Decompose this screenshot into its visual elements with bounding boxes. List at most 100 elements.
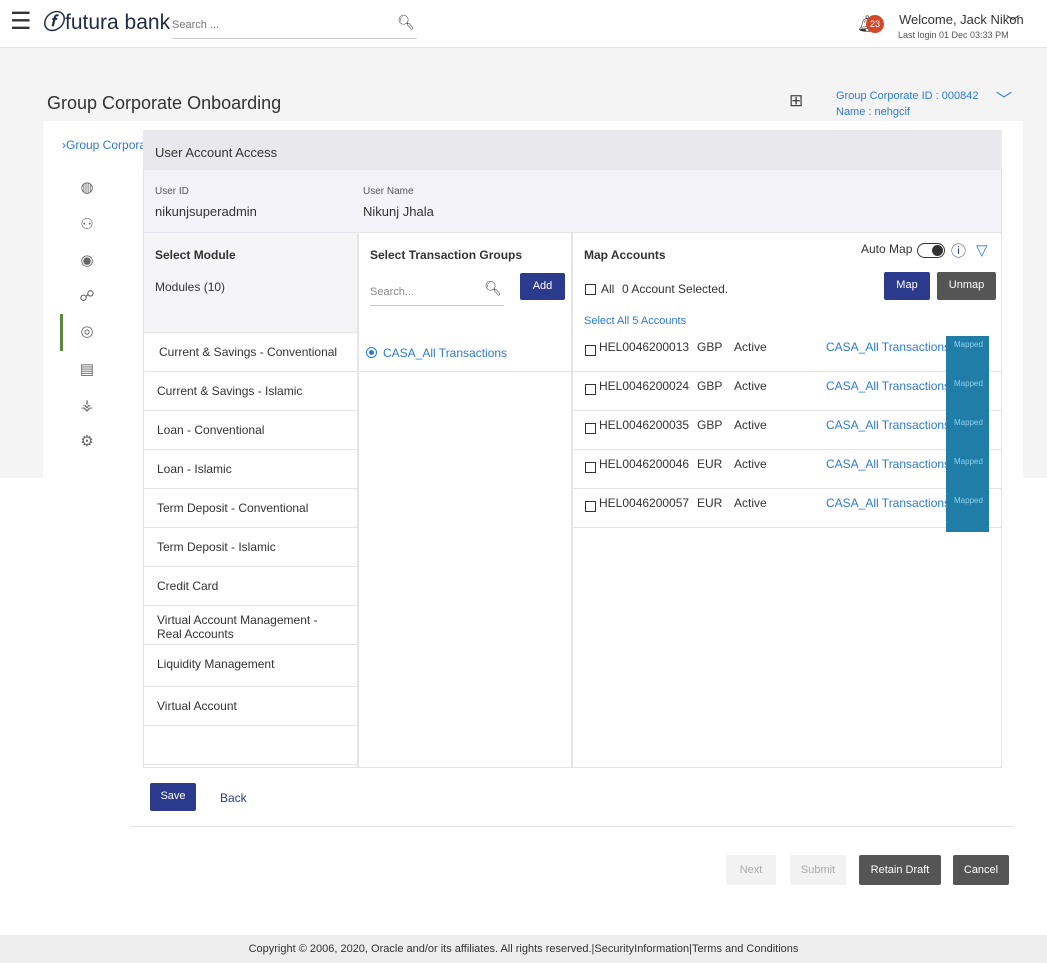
global-search[interactable]: 🔍︎ (172, 14, 417, 39)
auto-map-label: Auto Map (861, 242, 913, 256)
touch-icon[interactable]: ◎ (62, 322, 112, 340)
module-item[interactable]: Loan - Conventional (144, 411, 357, 450)
auto-map-toggle[interactable] (917, 243, 945, 258)
account-selected-count: 0 Account Selected. (622, 282, 729, 296)
back-link[interactable]: Back (220, 791, 247, 805)
mapped-tag: Mapped (946, 492, 989, 532)
logo-text: futura bank (65, 11, 171, 34)
group-corporate-id: Group Corporate ID : 000842 (836, 90, 979, 102)
account-transaction-group-link[interactable]: CASA_All Transactions (826, 418, 950, 432)
module-item[interactable]: Liquidity Management (144, 645, 357, 687)
module-item[interactable]: Credit Card (144, 567, 357, 606)
page-title: Group Corporate Onboarding (47, 93, 282, 113)
account-currency: GBP (697, 379, 723, 393)
map-button[interactable]: Map (884, 272, 930, 300)
account-currency: GBP (697, 340, 723, 354)
account-currency: EUR (697, 496, 723, 510)
badge-icon[interactable]: ◉ (62, 251, 112, 269)
module-item[interactable]: Loan - Islamic (144, 450, 357, 489)
select-transaction-groups-heading: Select Transaction Groups (370, 248, 523, 262)
group-icon[interactable]: ☍ (62, 287, 112, 305)
select-all-checkbox[interactable] (585, 284, 596, 295)
next-button[interactable]: Next (726, 855, 776, 885)
mapped-tag: Mapped (946, 375, 989, 415)
mapped-tag: Mapped (946, 414, 989, 454)
all-label: All (601, 282, 615, 296)
hamburger-icon[interactable]: ☰ (10, 10, 32, 34)
module-item[interactable]: Virtual Account (144, 687, 357, 726)
user-info-panel (143, 170, 1002, 232)
account-status: Active (734, 340, 767, 354)
bank-logo[interactable]: ⓕfutura bank (42, 12, 170, 34)
info-icon[interactable]: ⓘ (951, 240, 966, 261)
account-status: Active (734, 496, 767, 510)
user-name-value: Nikunj Jhala (363, 204, 434, 219)
network-icon[interactable]: ⚶ (62, 396, 112, 414)
filter-icon[interactable]: ▽ (976, 241, 988, 259)
account-number: HEL0046200046 (599, 457, 690, 471)
notification-badge[interactable]: 23 (866, 15, 884, 33)
retain-draft-button[interactable]: Retain Draft (859, 855, 941, 885)
transaction-group-label[interactable]: CASA_All Transactions (383, 346, 507, 360)
module-item[interactable]: Term Deposit - Conventional (144, 489, 357, 528)
user-name-label: User Name (363, 186, 414, 197)
account-checkbox[interactable] (585, 462, 596, 473)
map-accounts-heading: Map Accounts (584, 248, 666, 262)
chevron-down-icon[interactable]: ﹀ (996, 86, 1012, 110)
search-input[interactable] (172, 19, 382, 31)
user-id-label: User ID (155, 186, 189, 197)
module-item[interactable]: Term Deposit - Islamic (144, 528, 357, 567)
module-item[interactable]: Current & Savings - Conventional (144, 333, 357, 372)
transaction-group-search[interactable]: Search... 🔍︎ (370, 277, 504, 306)
account-currency: GBP (697, 418, 723, 432)
transaction-group-column (358, 232, 572, 768)
account-number: HEL0046200024 (599, 379, 690, 393)
account-currency: EUR (697, 457, 723, 471)
account-checkbox[interactable] (585, 501, 596, 512)
user-id-value: nikunjsuperadmin (155, 204, 257, 219)
account-number: HEL0046200057 (599, 496, 690, 510)
footer-copyright: Copyright © 2006, 2020, Oracle and/or it… (0, 935, 1047, 963)
account-transaction-group-link[interactable]: CASA_All Transactions (826, 496, 950, 510)
mapped-tag: Mapped (946, 453, 989, 493)
cancel-button[interactable]: Cancel (953, 855, 1009, 885)
rail-group-corporate-link[interactable]: ›Group Corporate (62, 139, 156, 152)
document-icon[interactable]: ▤ (62, 360, 112, 378)
search-icon[interactable]: 🔍︎ (484, 280, 502, 297)
account-checkbox[interactable] (585, 423, 596, 434)
section-title: User Account Access (155, 145, 278, 160)
modules-count: Modules (10) (155, 280, 226, 294)
save-button[interactable]: Save (150, 783, 196, 811)
account-number: HEL0046200013 (599, 340, 690, 354)
account-transaction-group-link[interactable]: CASA_All Transactions (826, 379, 950, 393)
org-chart-icon: ⊞ (789, 91, 804, 110)
last-login-text: Last login 01 Dec 03:33 PM (898, 30, 1009, 40)
unmap-button[interactable]: Unmap (937, 272, 996, 300)
radio-selected-icon[interactable] (366, 347, 377, 358)
gears-icon[interactable]: ⚙ (62, 432, 112, 450)
account-transaction-group-link[interactable]: CASA_All Transactions (826, 457, 950, 471)
module-item[interactable]: Virtual Account Management - Real Accoun… (144, 606, 357, 645)
users-settings-icon[interactable]: ⚇ (62, 215, 112, 233)
mapped-tag: Mapped (946, 336, 989, 376)
divider (130, 826, 1014, 827)
submit-button[interactable]: Submit (790, 855, 846, 885)
account-number: HEL0046200035 (599, 418, 690, 432)
globe-icon[interactable]: ◍ (62, 178, 112, 196)
account-checkbox[interactable] (585, 345, 596, 356)
select-all-accounts-link[interactable]: Select All 5 Accounts (584, 315, 686, 327)
account-status: Active (734, 457, 767, 471)
account-status: Active (734, 379, 767, 393)
account-checkbox[interactable] (585, 384, 596, 395)
add-button[interactable]: Add (520, 273, 565, 300)
account-status: Active (734, 418, 767, 432)
chevron-down-icon[interactable]: ﹀ (1006, 12, 1020, 32)
account-transaction-group-link[interactable]: CASA_All Transactions (826, 340, 950, 354)
search-icon[interactable]: 🔍︎ (397, 14, 415, 31)
select-module-heading: Select Module (155, 248, 236, 262)
module-item[interactable]: Current & Savings - Islamic (144, 372, 357, 411)
module-empty-row (144, 726, 357, 765)
transaction-search-input[interactable]: Search... (370, 286, 414, 298)
logo-mark-icon: ⓕ (42, 11, 63, 34)
group-corporate-name: Name : nehgcif (836, 106, 910, 118)
